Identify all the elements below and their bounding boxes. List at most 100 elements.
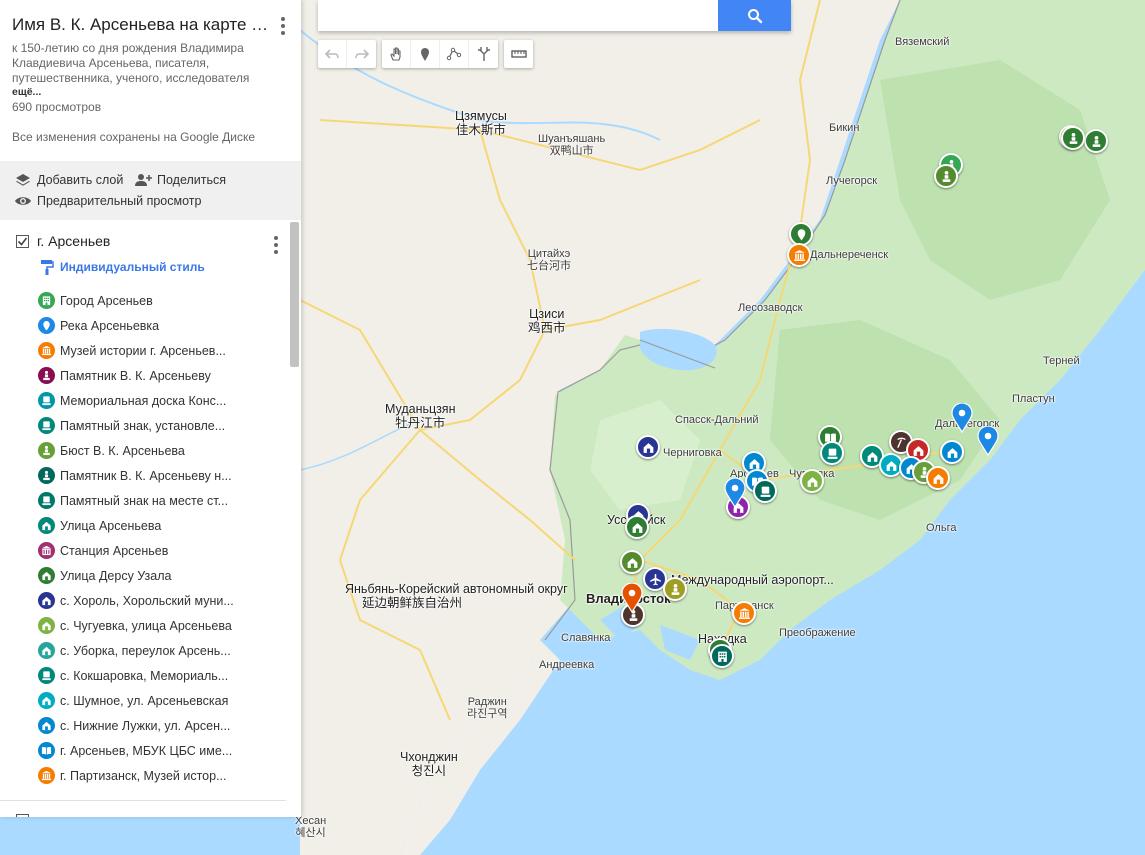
more-link[interactable]: ещё... (12, 86, 41, 98)
map-pin-icon[interactable] (724, 477, 746, 509)
layer-item[interactable]: Памятник В. К. Арсеньеву н... (38, 463, 288, 488)
layer-item[interactable]: Город Арсеньев (38, 288, 288, 313)
layer-item[interactable]: Улица Дерсу Узала (38, 563, 288, 588)
place-jiamusi: Цзямусы 佳木斯市 (455, 109, 507, 137)
place-luchegorsk: Лучегорск (826, 175, 878, 187)
style-button[interactable]: Индивидуальный стиль (40, 259, 205, 275)
undo-button[interactable] (318, 40, 347, 68)
ruler-icon (510, 50, 527, 58)
layer-item-label: Улица Арсеньева (60, 518, 162, 533)
search-input[interactable] (318, 0, 718, 31)
panel-scrollbar[interactable] (290, 222, 299, 367)
search-bar (318, 0, 791, 31)
measure-button[interactable] (504, 40, 533, 68)
layer-item-label: с. Уборка, переулок Арсень... (60, 643, 231, 658)
plaque-icon (38, 492, 55, 509)
street-icon (38, 717, 55, 734)
map-marker-building-icon[interactable] (710, 644, 734, 668)
layer-checkbox[interactable] (16, 234, 29, 248)
layer-item[interactable]: Музей истории г. Арсеньев... (38, 338, 288, 363)
preview-button[interactable]: Предварительный просмотр (14, 192, 201, 210)
second-layer-checkbox[interactable] (16, 814, 29, 817)
map-marker-street-icon[interactable] (620, 550, 644, 574)
layer-header: г. Арсеньев (16, 233, 110, 249)
layer-item-label: Памятник В. К. Арсеньеву (60, 368, 211, 383)
place-olga: Ольга (926, 522, 957, 534)
map-marker-museum-icon[interactable] (732, 601, 756, 625)
pan-tool-button[interactable] (382, 40, 411, 68)
layer-item[interactable]: Памятник В. К. Арсеньеву (38, 363, 288, 388)
map-pin-icon[interactable] (977, 425, 999, 457)
layer-item[interactable]: Памятный знак на месте ст... (38, 488, 288, 513)
layer-options-button[interactable] (268, 234, 284, 254)
layer-item[interactable]: с. Нижние Лужки, ул. Арсен... (38, 713, 288, 738)
street-icon (38, 642, 55, 659)
search-button[interactable] (718, 0, 791, 31)
layer-item-label: Город Арсеньев (60, 293, 153, 308)
panel-actions: Добавить слой Поделиться Предварительный… (0, 161, 301, 220)
map-marker-street-icon[interactable] (636, 435, 660, 459)
layer-item-label: Улица Дерсу Узала (60, 568, 172, 583)
map-marker-monument-icon[interactable] (1061, 126, 1085, 150)
map-marker-monument-icon[interactable] (1084, 129, 1108, 153)
map-marker-museum-icon[interactable] (787, 243, 811, 267)
share-button[interactable]: Поделиться (134, 171, 226, 189)
layer-item[interactable]: Памятный знак, установле... (38, 413, 288, 438)
add-layer-label: Добавить слой (37, 173, 124, 187)
plaque-icon (38, 392, 55, 409)
street-icon (38, 692, 55, 709)
layer-item[interactable]: с. Шумное, ул. Арсеньевская (38, 688, 288, 713)
map-pin-icon (38, 317, 55, 334)
layer-item-label: Станция Арсеньев (60, 543, 169, 558)
layer-item[interactable]: г. Партизанск, Музей истор... (38, 763, 288, 788)
share-label: Поделиться (157, 173, 227, 187)
map-marker-street-icon[interactable] (625, 515, 649, 539)
place-lesozavodsk: Лесозаводск (738, 302, 803, 314)
checkmark-icon (17, 237, 28, 246)
museum-icon (38, 767, 55, 784)
map-marker-monument-icon[interactable] (663, 577, 687, 601)
layer-name[interactable]: г. Арсеньев (37, 233, 110, 249)
map-title[interactable]: Имя В. К. Арсеньева на карте П... (12, 15, 272, 35)
layer-item[interactable]: Мемориальная доска Конс... (38, 388, 288, 413)
map-marker-plaque-icon[interactable] (753, 479, 777, 503)
layer-item[interactable]: Станция Арсеньев (38, 538, 288, 563)
layer-item[interactable]: Река Арсеньевка (38, 313, 288, 338)
map-marker-street-icon[interactable] (800, 469, 824, 493)
map-marker-plaque-icon[interactable] (820, 441, 844, 465)
layer-item[interactable]: с. Хороль, Хорольский муни... (38, 588, 288, 613)
layer-item[interactable]: Бюст В. К. Арсеньева (38, 438, 288, 463)
eye-icon (15, 197, 31, 205)
layer-item[interactable]: г. Арсеньев, МБУК ЦБС име... (38, 738, 288, 763)
layer-item-label: с. Хороль, Хорольский муни... (60, 593, 234, 608)
map-marker-monument-icon[interactable] (934, 164, 958, 188)
layer-item-label: Музей истории г. Арсеньев... (60, 343, 226, 358)
layer-item[interactable]: с. Кокшаровка, Мемориаль... (38, 663, 288, 688)
map-marker-street-icon[interactable] (940, 440, 964, 464)
layer-item-label: Мемориальная доска Конс... (60, 393, 227, 408)
layer-item-label: г. Партизанск, Музей истор... (60, 768, 227, 783)
layer-item-label: с. Чугуевка, улица Арсеньева (60, 618, 232, 633)
layer-item[interactable]: с. Уборка, переулок Арсень... (38, 638, 288, 663)
place-spassk: Спасск-Дальний (675, 414, 759, 426)
map-marker-street-icon[interactable] (926, 466, 950, 490)
paint-roller-icon (41, 260, 54, 275)
add-marker-button[interactable] (411, 40, 440, 68)
map-options-button[interactable] (275, 15, 291, 35)
place-rajin: Раджин 라진구역 (467, 696, 508, 720)
draw-line-button[interactable] (440, 40, 469, 68)
redo-button[interactable] (347, 40, 376, 68)
place-preobrazhenie: Преображение (779, 627, 856, 639)
station-icon (38, 542, 55, 559)
map-pin-icon[interactable] (621, 582, 643, 614)
place-vyazemsky: Вяземский (895, 36, 950, 48)
place-yanbian: Яньбянь-Корейский автономный округ 延边朝鲜族自… (345, 582, 568, 610)
plaque-icon (38, 417, 55, 434)
layer-item[interactable]: Улица Арсеньева (38, 513, 288, 538)
layer-divider (0, 800, 286, 801)
place-airport: Международный аэропорт... (671, 573, 834, 587)
directions-button[interactable] (469, 40, 498, 68)
map-pin-icon[interactable] (951, 402, 973, 434)
layer-item[interactable]: с. Чугуевка, улица Арсеньева (38, 613, 288, 638)
add-layer-button[interactable]: Добавить слой (14, 171, 123, 189)
